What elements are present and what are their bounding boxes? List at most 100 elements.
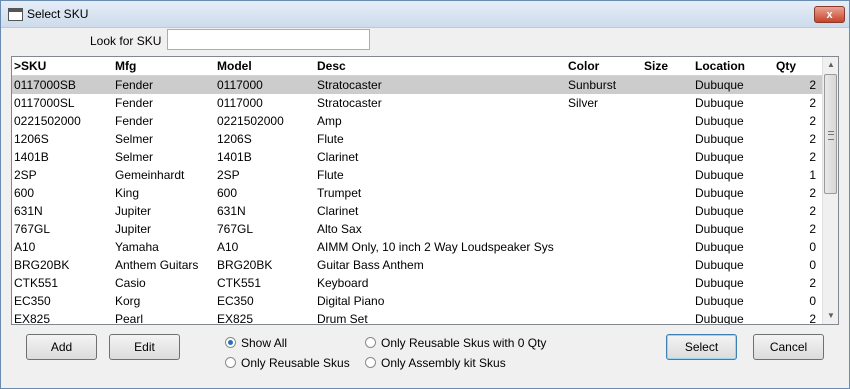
cell-qty: 2: [809, 204, 816, 218]
cell-mfg: Selmer: [115, 132, 154, 146]
cell-mfg: Jupiter: [115, 222, 152, 236]
cell-mfg: Gemeinhardt: [115, 168, 185, 182]
cell-mfg: Fender: [115, 114, 154, 128]
cell-location: Dubuque: [695, 96, 744, 110]
table-row[interactable]: 600 King 600 Trumpet Dubuque 2: [12, 184, 822, 202]
cell-mfg: Fender: [115, 78, 154, 92]
cell-model: A10: [217, 240, 239, 254]
column-header-qty[interactable]: Qty: [776, 59, 796, 73]
column-header-sku[interactable]: >SKU: [14, 59, 46, 73]
table-row[interactable]: BRG20BK Anthem Guitars BRG20BK Guitar Ba…: [12, 256, 822, 274]
cell-sku: EC350: [14, 294, 51, 308]
cell-location: Dubuque: [695, 276, 744, 290]
cell-sku: A10: [14, 240, 36, 254]
cell-qty: 2: [809, 276, 816, 290]
cell-mfg: Anthem Guitars: [115, 258, 199, 272]
column-header-mfg[interactable]: Mfg: [115, 59, 136, 73]
cell-desc: Clarinet: [317, 204, 359, 218]
cell-model: 0117000: [217, 96, 263, 110]
scroll-thumb[interactable]: [824, 74, 837, 194]
cell-qty: 2: [809, 96, 816, 110]
cell-location: Dubuque: [695, 204, 744, 218]
cancel-button[interactable]: Cancel: [753, 334, 824, 360]
cell-mfg: King: [115, 186, 140, 200]
table-header: >SKU Mfg Model Desc Color Size Location …: [12, 57, 822, 76]
table-row[interactable]: CTK551 Casio CTK551 Keyboard Dubuque 2: [12, 274, 822, 292]
cell-model: 1401B: [217, 150, 252, 164]
column-header-size[interactable]: Size: [644, 59, 668, 73]
cell-mfg: Yamaha: [115, 240, 159, 254]
cell-mfg: Fender: [115, 96, 154, 110]
cell-desc: Clarinet: [317, 150, 359, 164]
radio-selected-icon: [225, 337, 236, 348]
cell-desc: Stratocaster: [317, 96, 382, 110]
look-for-sku-input[interactable]: [167, 29, 370, 50]
cell-qty: 0: [809, 294, 816, 308]
column-header-location[interactable]: Location: [695, 59, 745, 73]
add-button[interactable]: Add: [26, 334, 97, 360]
column-header-model[interactable]: Model: [217, 59, 252, 73]
cell-location: Dubuque: [695, 312, 744, 325]
column-header-desc[interactable]: Desc: [317, 59, 346, 73]
cell-sku: 1206S: [14, 132, 49, 146]
radio-unselected-icon: [225, 357, 236, 368]
cell-mfg: Jupiter: [115, 204, 152, 218]
cell-model: 767GL: [217, 222, 254, 236]
cell-qty: 2: [809, 114, 816, 128]
cell-desc: Trumpet: [317, 186, 362, 200]
cell-location: Dubuque: [695, 168, 744, 182]
cell-color: Silver: [568, 96, 599, 110]
cell-model: EX825: [217, 312, 254, 325]
grip-icon: [828, 131, 834, 140]
cell-location: Dubuque: [695, 294, 744, 308]
table-row[interactable]: EX825 Pearl EX825 Drum Set Dubuque 2: [12, 310, 822, 325]
cell-color: Sunburst: [568, 78, 617, 92]
cell-location: Dubuque: [695, 240, 744, 254]
table-row[interactable]: 0117000SL Fender 0117000 Stratocaster Si…: [12, 94, 822, 112]
cell-desc: Flute: [317, 168, 344, 182]
cell-model: 631N: [217, 204, 246, 218]
cell-desc: Flute: [317, 132, 344, 146]
cell-qty: 2: [809, 312, 816, 325]
scroll-down-arrow-icon[interactable]: ▼: [823, 308, 838, 324]
cell-sku: 767GL: [14, 222, 51, 236]
close-button[interactable]: x: [814, 6, 845, 23]
cell-model: 2SP: [217, 168, 240, 182]
table-row[interactable]: 767GL Jupiter 767GL Alto Sax Dubuque 2: [12, 220, 822, 238]
cell-sku: 1401B: [14, 150, 49, 164]
table-row[interactable]: 0117000SB Fender 0117000 Stratocaster Su…: [12, 76, 822, 94]
scroll-up-arrow-icon[interactable]: ▲: [823, 57, 838, 73]
sku-table[interactable]: >SKU Mfg Model Desc Color Size Location …: [11, 56, 839, 325]
column-header-color[interactable]: Color: [568, 59, 599, 73]
cell-mfg: Pearl: [115, 312, 144, 325]
cell-location: Dubuque: [695, 114, 744, 128]
cell-qty: 2: [809, 132, 816, 146]
table-row[interactable]: 1206S Selmer 1206S Flute Dubuque 2: [12, 130, 822, 148]
cell-qty: 2: [809, 222, 816, 236]
filter-show-all-label: Show All: [241, 336, 288, 350]
cell-location: Dubuque: [695, 132, 744, 146]
title-bar[interactable]: Select SKU x: [1, 1, 849, 28]
cell-sku: 631N: [14, 204, 43, 218]
cell-location: Dubuque: [695, 150, 744, 164]
vertical-scrollbar[interactable]: ▲ ▼: [822, 57, 838, 324]
window-icon: [8, 8, 23, 21]
table-row[interactable]: 631N Jupiter 631N Clarinet Dubuque 2: [12, 202, 822, 220]
table-row[interactable]: 2SP Gemeinhardt 2SP Flute Dubuque 1: [12, 166, 822, 184]
table-row[interactable]: A10 Yamaha A10 AIMM Only, 10 inch 2 Way …: [12, 238, 822, 256]
cell-desc: Amp: [317, 114, 342, 128]
cell-qty: 2: [809, 186, 816, 200]
table-row[interactable]: 1401B Selmer 1401B Clarinet Dubuque 2: [12, 148, 822, 166]
cell-location: Dubuque: [695, 258, 744, 272]
cell-qty: 0: [809, 240, 816, 254]
cell-location: Dubuque: [695, 222, 744, 236]
cell-sku: EX825: [14, 312, 51, 325]
edit-button[interactable]: Edit: [109, 334, 180, 360]
cell-model: 0221502000: [217, 114, 284, 128]
select-button[interactable]: Select: [666, 334, 737, 360]
cell-qty: 2: [809, 78, 816, 92]
table-row[interactable]: 0221502000 Fender 0221502000 Amp Dubuque…: [12, 112, 822, 130]
table-row[interactable]: EC350 Korg EC350 Digital Piano Dubuque 0: [12, 292, 822, 310]
cell-desc: Drum Set: [317, 312, 368, 325]
filter-reusable-zero-qty-label: Only Reusable Skus with 0 Qty: [381, 336, 547, 350]
